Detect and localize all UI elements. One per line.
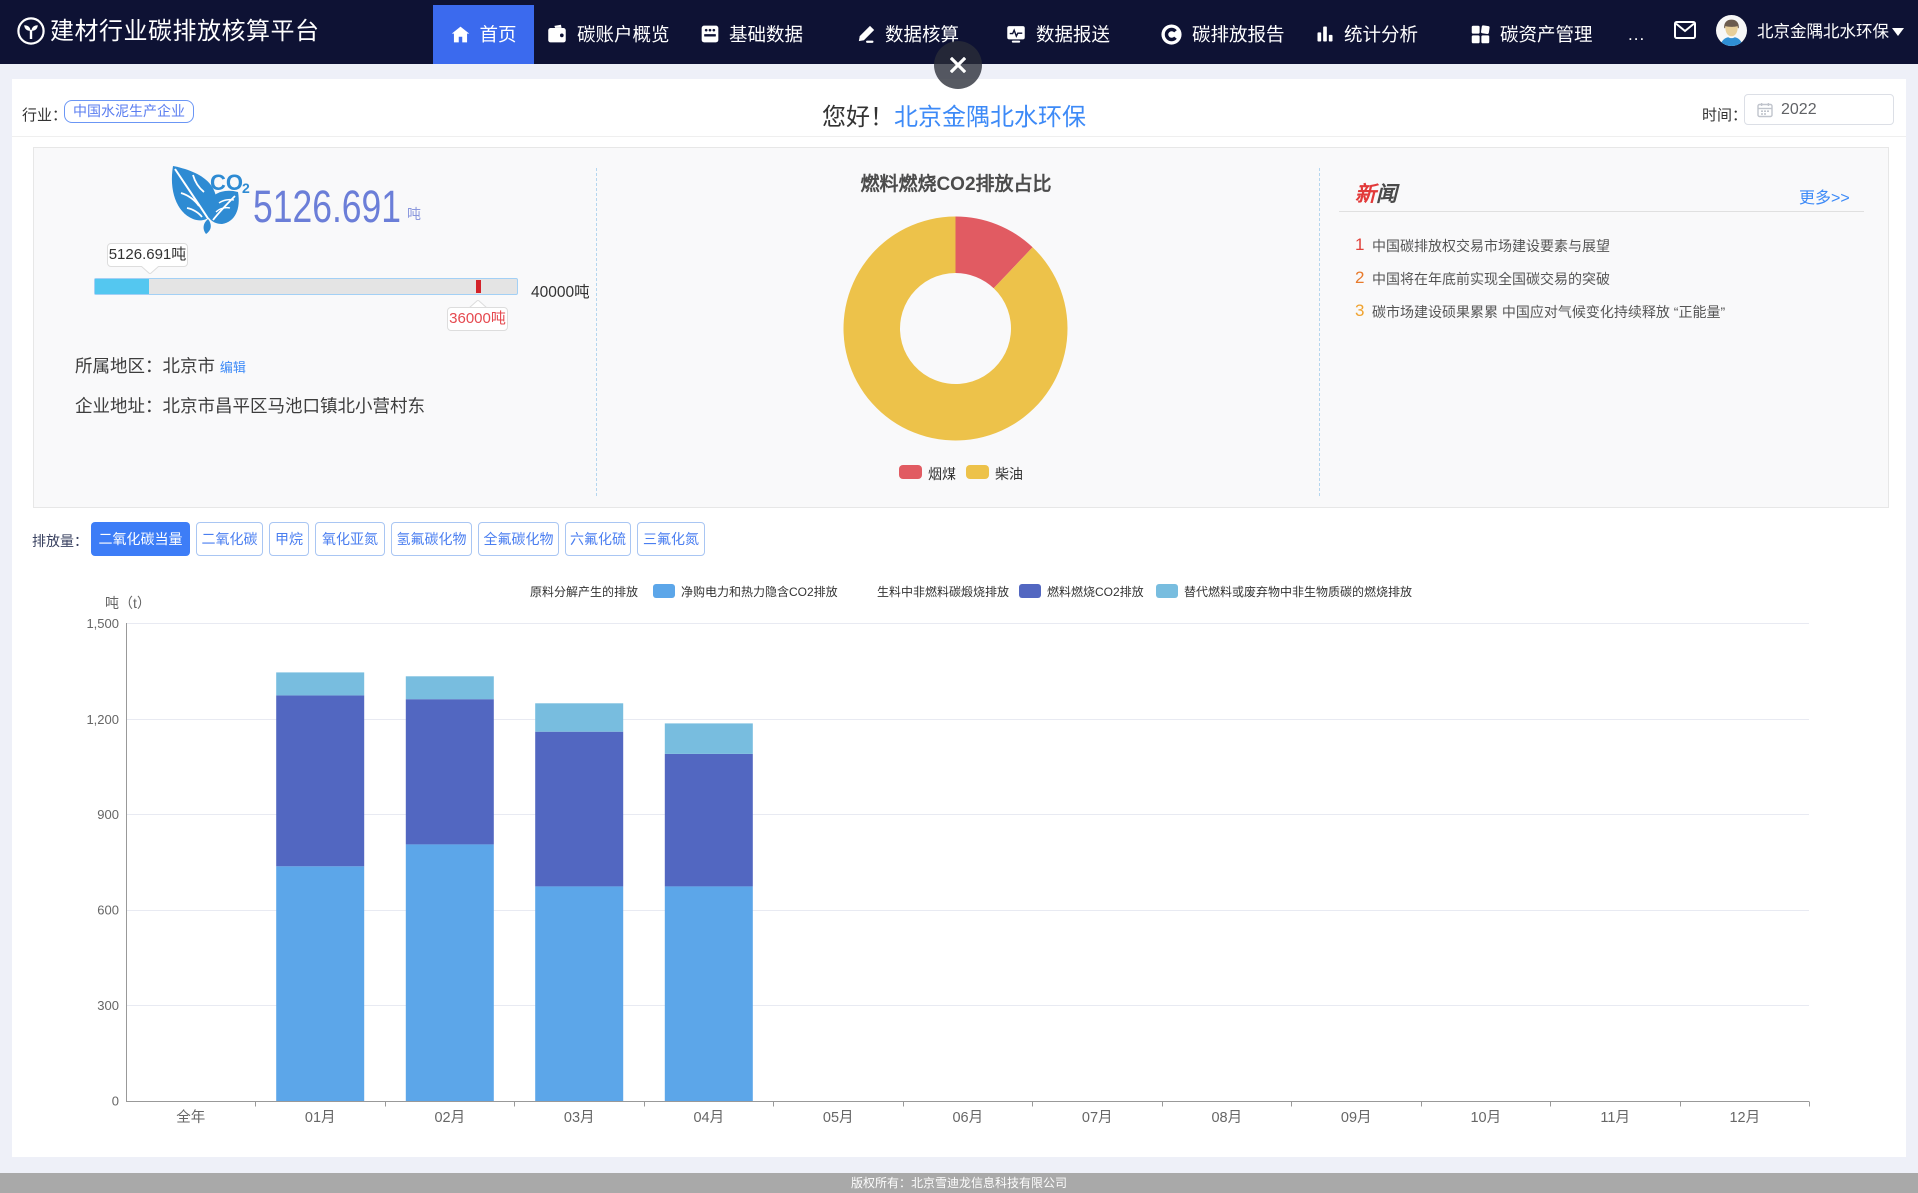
svg-text:300: 300 bbox=[97, 998, 119, 1013]
svg-text:03月: 03月 bbox=[564, 1110, 595, 1126]
svg-text:11月: 11月 bbox=[1600, 1110, 1630, 1126]
svg-text:吨（t）: 吨（t） bbox=[105, 595, 151, 611]
svg-text:01月: 01月 bbox=[305, 1110, 336, 1126]
svg-text:0: 0 bbox=[112, 1094, 119, 1109]
svg-text:07月: 07月 bbox=[1082, 1110, 1113, 1126]
svg-text:08月: 08月 bbox=[1211, 1110, 1242, 1126]
svg-text:02月: 02月 bbox=[434, 1110, 465, 1126]
svg-text:CO: CO bbox=[210, 170, 243, 195]
svg-text:600: 600 bbox=[97, 903, 119, 918]
svg-text:04月: 04月 bbox=[693, 1110, 724, 1126]
svg-text:10月: 10月 bbox=[1470, 1110, 1501, 1126]
svg-text:05月: 05月 bbox=[823, 1110, 854, 1126]
svg-text:1,500: 1,500 bbox=[86, 616, 119, 631]
svg-text:2: 2 bbox=[242, 180, 250, 196]
svg-text:12月: 12月 bbox=[1729, 1110, 1760, 1126]
svg-text:09月: 09月 bbox=[1341, 1110, 1372, 1126]
svg-text:900: 900 bbox=[97, 807, 119, 822]
svg-text:全年: 全年 bbox=[176, 1108, 205, 1126]
svg-text:06月: 06月 bbox=[952, 1110, 983, 1126]
svg-text:1,200: 1,200 bbox=[86, 712, 119, 727]
